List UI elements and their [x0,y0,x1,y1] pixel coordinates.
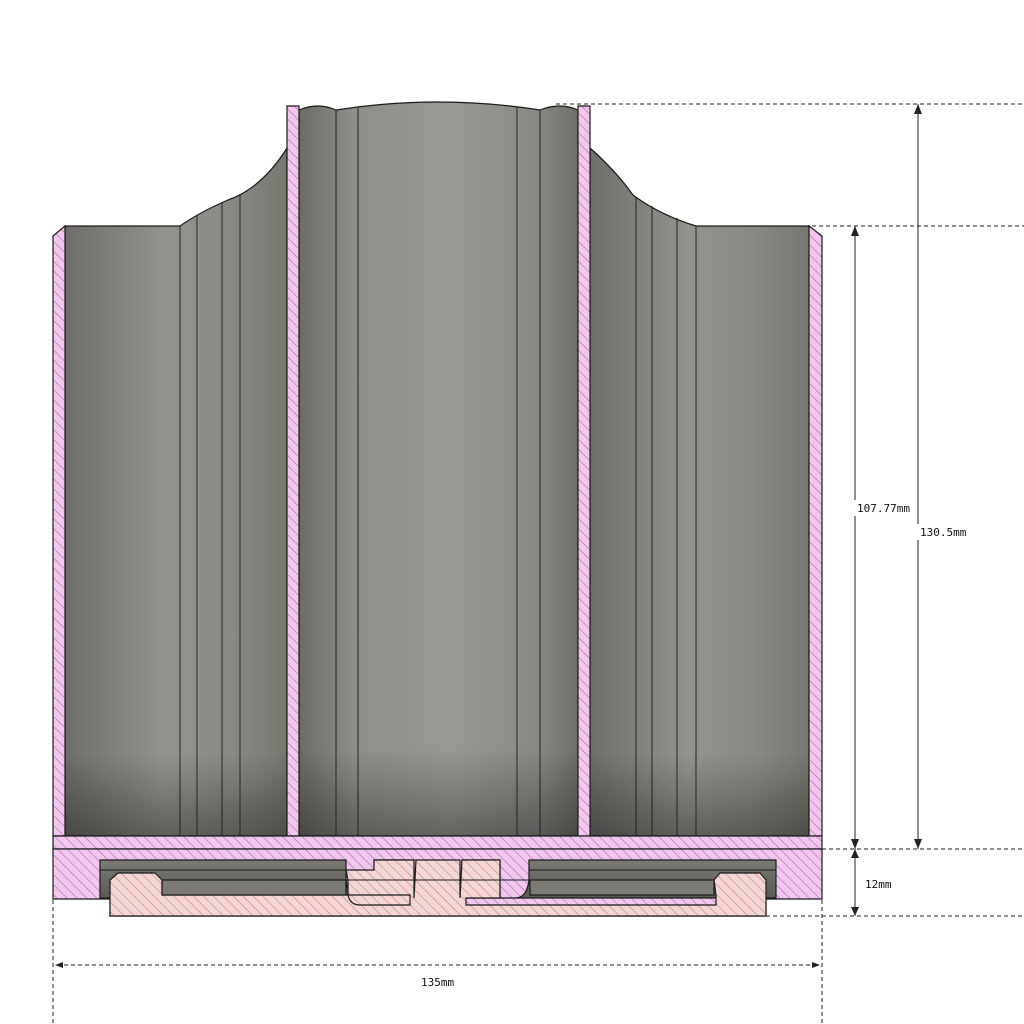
center-compartment [298,101,579,837]
dimension-inner-height: 107.77mm [851,226,910,849]
width-label: 135mm [421,976,454,989]
cross-section-drawing: 130.5mm 107.77mm 12mm 135mm [52,101,1024,1024]
dimension-width: 135mm [55,962,820,989]
dimension-base-height: 12mm [851,849,892,916]
total-height-label: 130.5mm [920,526,967,539]
inner-height-label: 107.77mm [857,502,910,515]
right-compartment [589,146,810,837]
dimension-total-height: 130.5mm [914,104,968,849]
base-height-label: 12mm [865,878,892,891]
left-compartment [64,145,288,837]
